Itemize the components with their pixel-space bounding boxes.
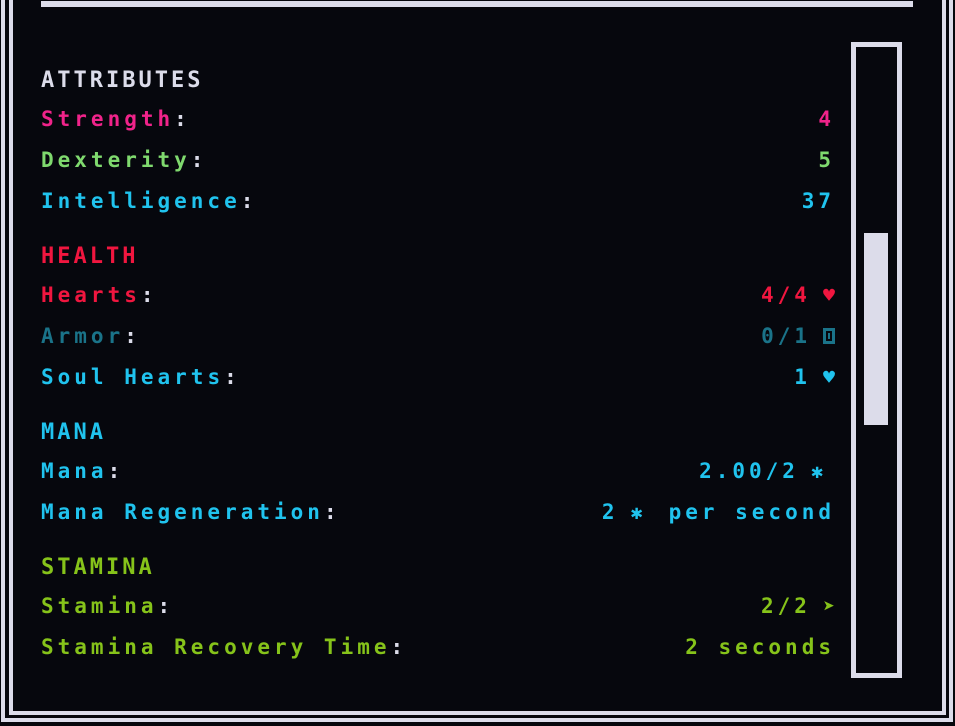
strength-label: Strength <box>41 106 175 131</box>
stamina-label: Stamina <box>41 593 158 618</box>
hearts-label: Hearts <box>41 282 141 307</box>
dexterity-value: 5 <box>818 147 835 172</box>
attributes-title: ATTRIBUTES <box>41 68 204 93</box>
intelligence-value: 37 <box>801 188 835 213</box>
stat-row-stamina: Stamina: 2/2 ➤ <box>41 593 835 618</box>
stat-row-mana-regen: Mana Regeneration: 2 ✱ per second <box>41 499 835 524</box>
stat-row-armor: Armor: 0/1 <box>41 315 835 356</box>
stat-row-mana: Mana: 2.00/2 ✱ <box>41 458 823 483</box>
scrollbar[interactable] <box>851 42 902 678</box>
mana-regen-label: Mana Regeneration <box>41 499 324 524</box>
mana-value: 2.00/2 <box>699 458 799 483</box>
stat-row-intelligence: Intelligence: 37 <box>41 188 835 213</box>
soul-heart-icon: ♥ <box>822 364 835 389</box>
stat-row-hearts: Hearts: 4/4 ♥ <box>41 282 835 307</box>
soul-hearts-value: 1 <box>794 364 811 389</box>
stamina-value: 2/2 <box>761 593 811 618</box>
soul-hearts-label-b: Hearts <box>124 364 225 389</box>
stats-panel: ATTRIBUTES Strength: 4 Dexterity: 5 Inte… <box>41 64 835 667</box>
hearts-value: 4/4 <box>761 282 811 307</box>
heart-icon: ♥ <box>822 282 835 307</box>
strength-value: 4 <box>818 106 835 131</box>
soul-hearts-label-a: Soul <box>41 364 108 389</box>
stamina-recovery-label: Stamina Recovery Time <box>41 634 391 659</box>
star-icon: ✱ <box>630 499 643 524</box>
shield-icon <box>823 327 835 344</box>
star-icon: ✱ <box>810 458 823 483</box>
stamina-recovery-value: 2 seconds <box>685 634 835 659</box>
stat-row-soul-hearts: Soul Hearts: 1 ♥ <box>41 364 835 389</box>
stat-row-stamina-recovery: Stamina Recovery Time: 2 seconds <box>41 634 835 659</box>
armor-value: 0/1 <box>761 323 811 348</box>
intelligence-label: Intelligence <box>41 188 241 213</box>
scrollbar-thumb[interactable] <box>864 233 888 425</box>
mana-label: Mana <box>41 458 108 483</box>
mana-regen-suffix: per second <box>668 499 835 524</box>
top-divider <box>41 1 913 7</box>
stat-row-dexterity: Dexterity: 5 <box>41 147 835 172</box>
dexterity-label: Dexterity <box>41 147 191 172</box>
stamina-title: STAMINA <box>41 555 155 580</box>
mana-title: MANA <box>41 420 106 445</box>
stat-row-strength: Strength: 4 <box>41 106 835 131</box>
health-title: HEALTH <box>41 244 139 269</box>
armor-label: Armor <box>41 323 125 348</box>
arrow-icon: ➤ <box>822 593 835 618</box>
mana-regen-value: 2 <box>601 499 619 524</box>
